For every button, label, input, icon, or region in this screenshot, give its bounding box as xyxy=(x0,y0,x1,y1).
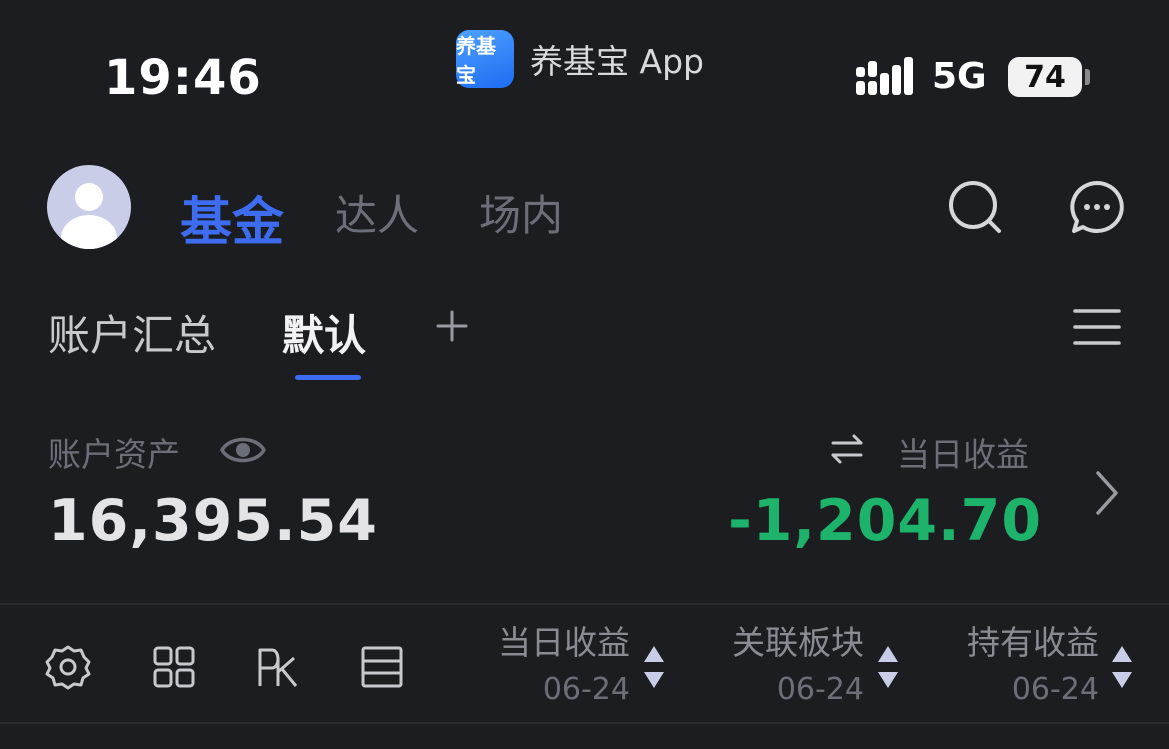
grid-icon[interactable] xyxy=(151,644,197,690)
search-icon[interactable] xyxy=(946,178,1004,236)
column-related-sector[interactable]: 关联板块 06-24 xyxy=(732,616,864,707)
app-name: 养基宝 App xyxy=(530,42,704,81)
app-logo: 养基宝 xyxy=(456,30,514,88)
status-time: 19:46 xyxy=(104,50,262,106)
sort-icon[interactable] xyxy=(1110,644,1134,690)
column-daily-pnl[interactable]: 当日收益 06-24 xyxy=(498,616,630,707)
sort-icon[interactable] xyxy=(876,644,900,690)
column-date: 06-24 xyxy=(542,672,630,707)
network-type: 5G xyxy=(932,56,987,97)
battery-level: 74 xyxy=(1024,59,1066,95)
tab-default[interactable]: 默认 xyxy=(282,302,366,363)
tab-account-summary[interactable]: 账户汇总 xyxy=(48,302,216,363)
list-view-icon[interactable] xyxy=(359,644,405,690)
daily-pnl-value: -1,204.70 xyxy=(728,488,1042,554)
column-title: 持有收益 xyxy=(967,623,1099,662)
divider xyxy=(0,722,1169,724)
menu-icon[interactable] xyxy=(1073,307,1121,347)
app-indicator: 养基宝 养基宝 App xyxy=(456,30,704,88)
battery-cap xyxy=(1085,69,1090,85)
divider xyxy=(0,603,1169,605)
column-title: 关联板块 xyxy=(732,623,864,662)
swap-icon[interactable] xyxy=(830,432,864,466)
pk-icon[interactable] xyxy=(256,644,302,690)
tab-fund[interactable]: 基金 xyxy=(180,180,284,255)
chevron-right-icon[interactable] xyxy=(1094,470,1120,516)
message-icon[interactable] xyxy=(1068,178,1126,236)
column-holding-pnl[interactable]: 持有收益 06-24 xyxy=(967,616,1099,707)
signal-icon xyxy=(856,57,913,95)
column-title: 当日收益 xyxy=(498,623,630,662)
battery-icon: 74 xyxy=(1008,57,1082,97)
app-screen: 19:46 养基宝 养基宝 App 5G 74 基金 达人 场内 账户汇总 默认 xyxy=(0,0,1169,749)
daily-pnl-label: 当日收益 xyxy=(897,435,1029,474)
tab-experts[interactable]: 达人 xyxy=(335,182,419,243)
account-assets-value: 16,395.54 xyxy=(48,488,378,554)
avatar[interactable] xyxy=(47,165,131,249)
account-assets-label: 账户资产 xyxy=(48,435,180,474)
eye-icon[interactable] xyxy=(220,431,266,469)
tab-exchange[interactable]: 场内 xyxy=(479,182,563,243)
sort-icon[interactable] xyxy=(642,644,666,690)
settings-icon[interactable] xyxy=(45,644,91,690)
active-tab-indicator xyxy=(295,375,361,380)
column-date: 06-24 xyxy=(1011,672,1099,707)
add-account-icon[interactable] xyxy=(436,310,468,342)
column-date: 06-24 xyxy=(776,672,864,707)
